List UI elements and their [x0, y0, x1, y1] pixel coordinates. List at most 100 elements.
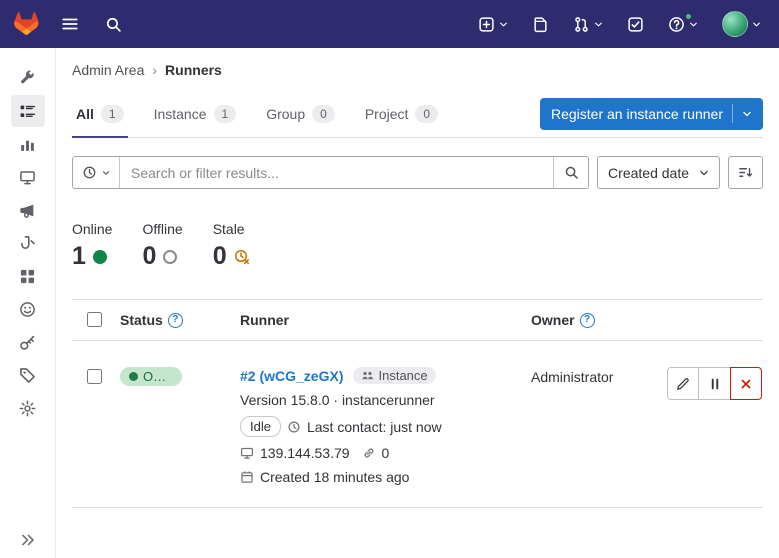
search-submit-button[interactable]	[553, 157, 588, 188]
plus-square-icon	[478, 16, 495, 33]
stat-online-label: Online	[72, 221, 112, 237]
todo-check-icon	[627, 16, 644, 33]
sort-by-label: Created date	[608, 165, 689, 181]
row-select-checkbox[interactable]	[87, 369, 102, 384]
new-menu-button[interactable]	[474, 12, 512, 37]
pause-icon	[708, 377, 722, 391]
search-history-dropdown[interactable]	[73, 157, 120, 188]
sidebar-item-system-hooks[interactable]	[11, 227, 45, 259]
issues-icon	[532, 16, 549, 33]
tab-project-count: 0	[415, 105, 438, 123]
runner-ip-address: 139.144.53.79	[260, 445, 350, 461]
breadcrumb: Admin Area › Runners	[72, 62, 763, 78]
edit-runner-button[interactable]	[667, 367, 699, 400]
instance-badge-icon	[361, 369, 374, 382]
sidebar-item-admin[interactable]	[11, 62, 45, 94]
tab-all-label: All	[76, 106, 94, 122]
search-input[interactable]	[120, 157, 553, 188]
sidebar-item-deploy-keys[interactable]	[11, 326, 45, 358]
smiley-icon	[19, 301, 36, 318]
sidebar-collapse-toggle[interactable]	[0, 532, 56, 548]
host-monitor-icon	[240, 446, 254, 460]
question-icon	[668, 16, 685, 33]
status-help-icon[interactable]: ?	[168, 313, 183, 328]
tab-all[interactable]: All 1	[72, 90, 128, 138]
runner-type-badge: Instance	[353, 367, 435, 384]
tab-instance-count: 1	[214, 105, 237, 123]
top-navigation-bar	[0, 0, 779, 48]
search-button[interactable]	[101, 12, 126, 37]
stale-clock-icon	[234, 249, 250, 265]
register-button-label: Register an instance runner	[551, 106, 723, 122]
breadcrumb-admin-area-link[interactable]: Admin Area	[72, 62, 144, 78]
runner-type-label: Instance	[378, 368, 427, 383]
runner-version-line: Version 15.8.0 · instancerunner	[240, 392, 531, 408]
chevron-down-icon	[594, 20, 603, 29]
runner-table-row: Online #2 (wCG_zeGX) Instance Version 15…	[72, 341, 763, 508]
breadcrumb-separator: ›	[152, 62, 157, 78]
chevron-down-icon	[742, 109, 752, 119]
history-clock-icon	[82, 165, 97, 180]
stat-stale-label: Stale	[213, 221, 250, 237]
tab-group-label: Group	[266, 106, 305, 122]
online-status-icon	[93, 250, 107, 264]
register-instance-runner-button[interactable]: Register an instance runner	[540, 98, 763, 130]
merge-request-icon	[573, 16, 590, 33]
runner-column-header: Runner	[240, 312, 289, 328]
merge-requests-button[interactable]	[569, 12, 607, 37]
delete-runner-button[interactable]	[730, 367, 762, 400]
clock-icon	[287, 420, 301, 434]
sort-by-dropdown[interactable]: Created date	[597, 156, 720, 189]
select-all-checkbox[interactable]	[87, 312, 102, 327]
help-menu-button[interactable]	[664, 12, 702, 37]
tab-all-count: 1	[101, 105, 124, 123]
wrench-icon	[19, 70, 36, 87]
main-content: Admin Area › Runners All 1 Instance 1 Gr…	[56, 48, 779, 558]
calendar-icon	[240, 470, 254, 484]
runners-table-header: Status ? Runner Owner ?	[72, 299, 763, 341]
runner-owner: Administrator	[531, 367, 667, 385]
owner-help-icon[interactable]: ?	[580, 313, 595, 328]
sidebar-item-overview[interactable]	[11, 95, 45, 127]
sidebar-item-settings[interactable]	[11, 392, 45, 424]
sidebar-item-labels[interactable]	[11, 359, 45, 391]
stat-online-value: 1	[72, 242, 86, 271]
bar-chart-icon	[19, 136, 36, 153]
sort-descending-icon	[738, 165, 753, 180]
close-x-icon	[739, 377, 753, 391]
user-menu-button[interactable]	[718, 7, 765, 41]
issues-button[interactable]	[528, 12, 553, 37]
chevron-down-icon	[499, 20, 508, 29]
tab-group-count: 0	[312, 105, 335, 123]
tab-group[interactable]: Group 0	[262, 90, 339, 138]
todos-button[interactable]	[623, 12, 648, 37]
gitlab-logo[interactable]	[14, 12, 39, 36]
admin-sidebar	[0, 48, 56, 558]
breadcrumb-current-page: Runners	[165, 62, 222, 78]
user-avatar	[722, 11, 748, 37]
chevron-down-icon	[689, 20, 698, 29]
stat-offline: Offline 0	[142, 221, 182, 271]
gitlab-admin-runners-page: Admin Area › Runners All 1 Instance 1 Gr…	[0, 0, 779, 558]
status-column-header: Status	[120, 312, 163, 328]
search-icon	[564, 165, 579, 180]
sort-direction-button[interactable]	[728, 156, 763, 189]
grid-icon	[19, 268, 36, 285]
runner-created-text: Created 18 minutes ago	[260, 469, 409, 485]
sidebar-item-monitoring[interactable]	[11, 161, 45, 193]
sidebar-item-applications[interactable]	[11, 260, 45, 292]
sidebar-item-abuse-reports[interactable]	[11, 293, 45, 325]
stat-stale-value: 0	[213, 242, 227, 271]
last-contact-text: Last contact: just now	[307, 419, 442, 435]
button-divider	[732, 104, 733, 123]
notification-dot	[685, 13, 692, 20]
tab-project[interactable]: Project 0	[361, 90, 442, 138]
menu-toggle-button[interactable]	[57, 11, 83, 37]
pause-runner-button[interactable]	[698, 367, 730, 400]
sidebar-item-analytics[interactable]	[11, 128, 45, 160]
hamburger-icon	[61, 15, 79, 33]
sidebar-item-messages[interactable]	[11, 194, 45, 226]
runner-detail-link[interactable]: #2 (wCG_zeGX)	[240, 368, 343, 384]
tab-instance-label: Instance	[154, 106, 207, 122]
tab-instance[interactable]: Instance 1	[150, 90, 241, 138]
